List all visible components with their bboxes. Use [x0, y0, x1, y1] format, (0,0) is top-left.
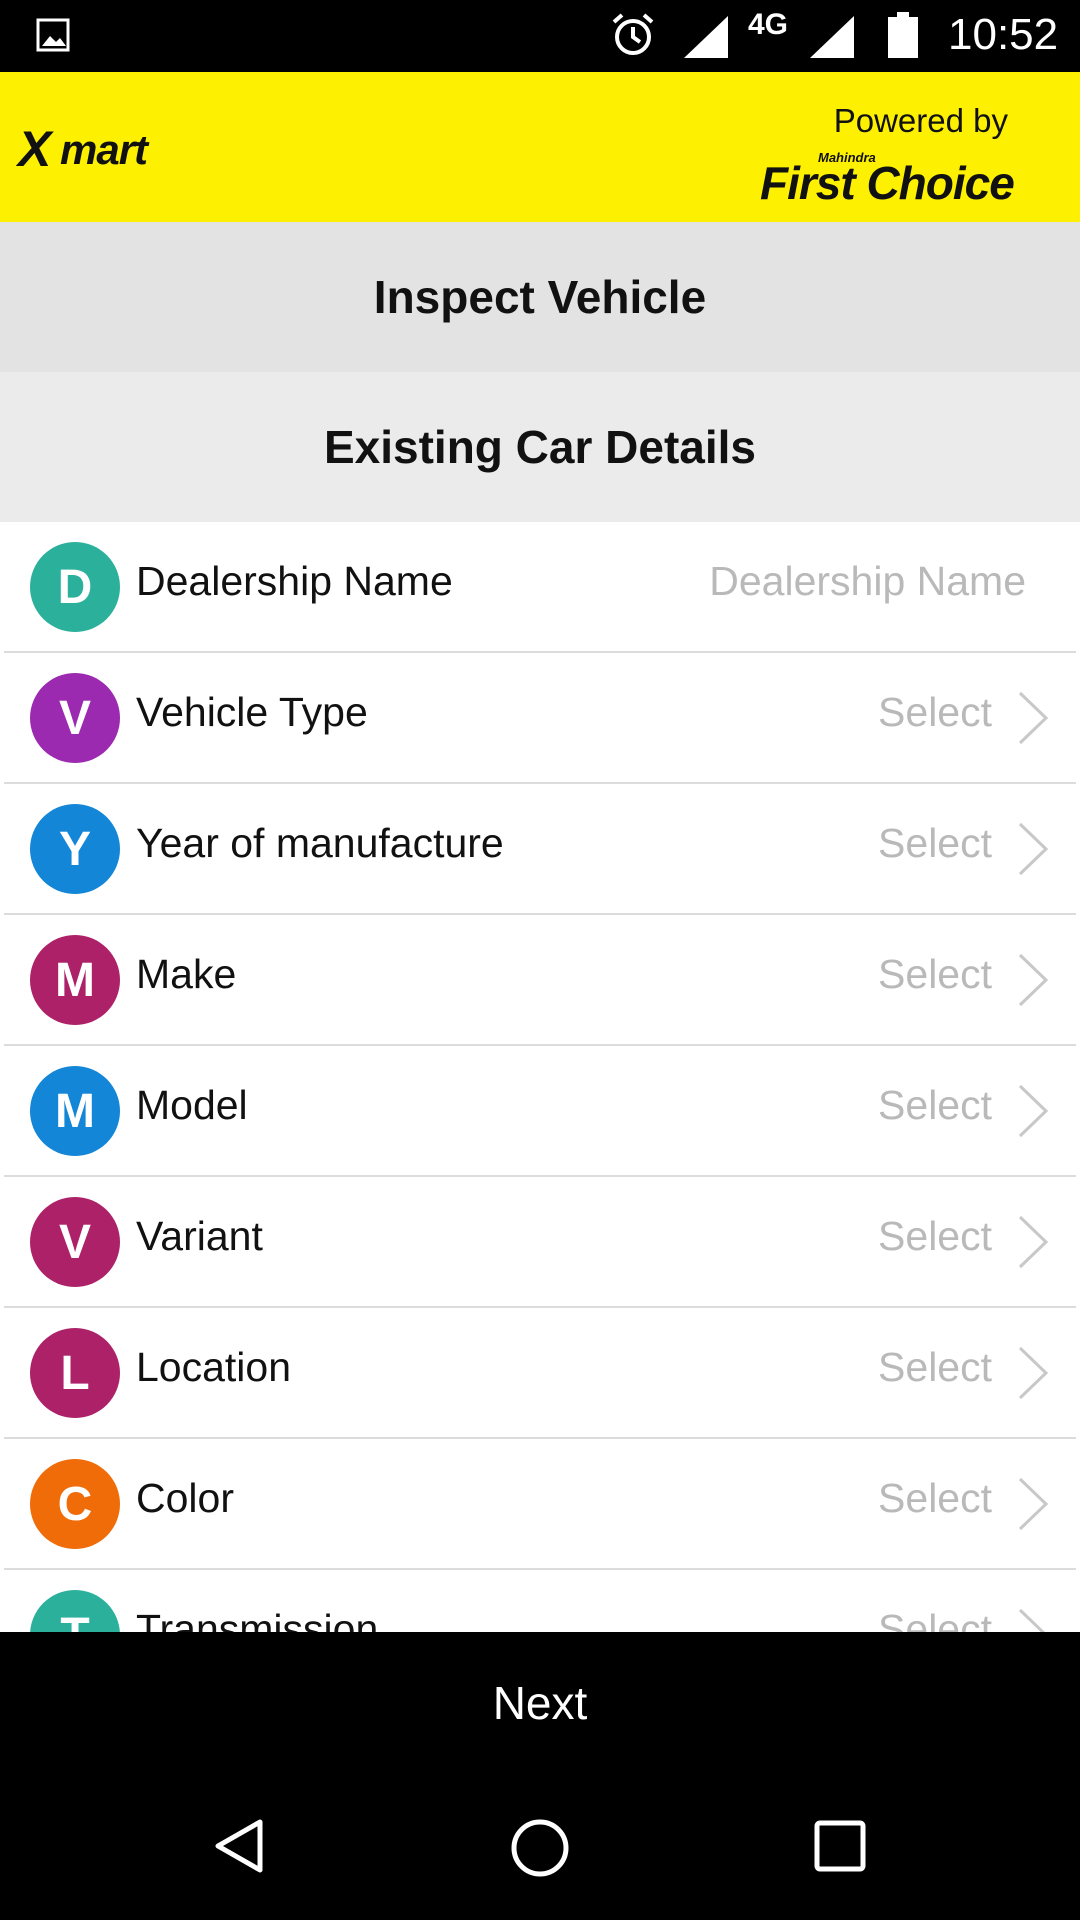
alarm-icon: [612, 13, 654, 55]
field-label: Make: [136, 951, 237, 997]
select-placeholder[interactable]: Select: [878, 1606, 992, 1632]
field-label: Location: [136, 1344, 292, 1390]
initial-avatar: M: [30, 1066, 120, 1156]
field-label: Year of manufacture: [136, 820, 504, 866]
select-placeholder[interactable]: Select: [878, 820, 992, 867]
first-choice-logo: First Choice: [760, 157, 1015, 209]
signal-icon: [810, 16, 854, 58]
field-label: Transmission: [136, 1606, 379, 1632]
select-placeholder[interactable]: Select: [878, 951, 992, 998]
network-type: 4G: [748, 8, 789, 41]
select-placeholder[interactable]: Select: [878, 1344, 992, 1391]
section-title: Existing Car Details: [0, 372, 1080, 522]
field-label: Dealership Name: [136, 558, 453, 604]
initial-avatar: V: [30, 1197, 120, 1287]
chevron-right-icon: [1018, 1477, 1049, 1531]
status-bar: 4G 10:52: [0, 0, 1080, 72]
select-placeholder[interactable]: Select: [878, 1213, 992, 1260]
chevron-right-icon: [1018, 1084, 1049, 1138]
select-placeholder[interactable]: Select: [878, 1082, 992, 1129]
back-icon[interactable]: [210, 1816, 270, 1876]
next-button[interactable]: Next: [0, 1632, 1080, 1774]
svg-text:X: X: [16, 121, 54, 177]
chevron-right-icon: [1018, 1608, 1046, 1632]
form-row[interactable]: D Dealership Name Dealership Name: [4, 522, 1076, 653]
initial-avatar: D: [30, 542, 120, 632]
signal-icon: [684, 16, 728, 58]
dealership-name-input[interactable]: Dealership Name: [709, 558, 1026, 605]
form-row[interactable]: Y Year of manufacture Select: [4, 784, 1076, 915]
svg-text:mart: mart: [60, 126, 150, 173]
form-row[interactable]: C Color Select: [4, 1439, 1076, 1570]
navigation-bar: [0, 1774, 1080, 1920]
form-row[interactable]: L Location Select: [4, 1308, 1076, 1439]
form-row[interactable]: T Transmission Select: [4, 1570, 1076, 1632]
form-row[interactable]: V Variant Select: [4, 1177, 1076, 1308]
page-title: Inspect Vehicle: [0, 222, 1080, 372]
initial-avatar: M: [30, 935, 120, 1025]
initial-avatar: L: [30, 1328, 120, 1418]
app-screen: 4G 10:52 X mart Powered by Mahindra Firs…: [0, 0, 1080, 1920]
form-row[interactable]: M Model Select: [4, 1046, 1076, 1177]
field-label: Model: [136, 1082, 248, 1128]
battery-icon: [888, 12, 918, 58]
car-details-form: D Dealership Name Dealership Name V Vehicle …: [0, 522, 1080, 1632]
field-label: Color: [136, 1475, 234, 1521]
home-icon[interactable]: [508, 1816, 572, 1880]
initial-avatar: C: [30, 1459, 120, 1549]
form-row[interactable]: V Vehicle Type Select: [4, 653, 1076, 784]
chevron-right-icon: [1018, 691, 1049, 745]
initial-avatar: T: [30, 1590, 120, 1632]
form-row[interactable]: M Make Select: [4, 915, 1076, 1046]
chevron-right-icon: [1018, 1346, 1049, 1400]
field-label: Vehicle Type: [136, 689, 368, 735]
initial-avatar: V: [30, 673, 120, 763]
gallery-icon: [36, 18, 70, 52]
clock: 10:52: [948, 10, 1059, 59]
xmart-logo: X mart: [16, 121, 151, 177]
field-label: Variant: [136, 1213, 263, 1259]
chevron-right-icon: [1018, 953, 1049, 1007]
recent-apps-icon[interactable]: [812, 1818, 868, 1874]
chevron-right-icon: [1018, 1215, 1049, 1269]
chevron-right-icon: [1018, 822, 1049, 876]
select-placeholder[interactable]: Select: [878, 689, 992, 736]
select-placeholder[interactable]: Select: [878, 1475, 992, 1522]
powered-by-label: Powered by: [833, 102, 1008, 139]
initial-avatar: Y: [30, 804, 120, 894]
